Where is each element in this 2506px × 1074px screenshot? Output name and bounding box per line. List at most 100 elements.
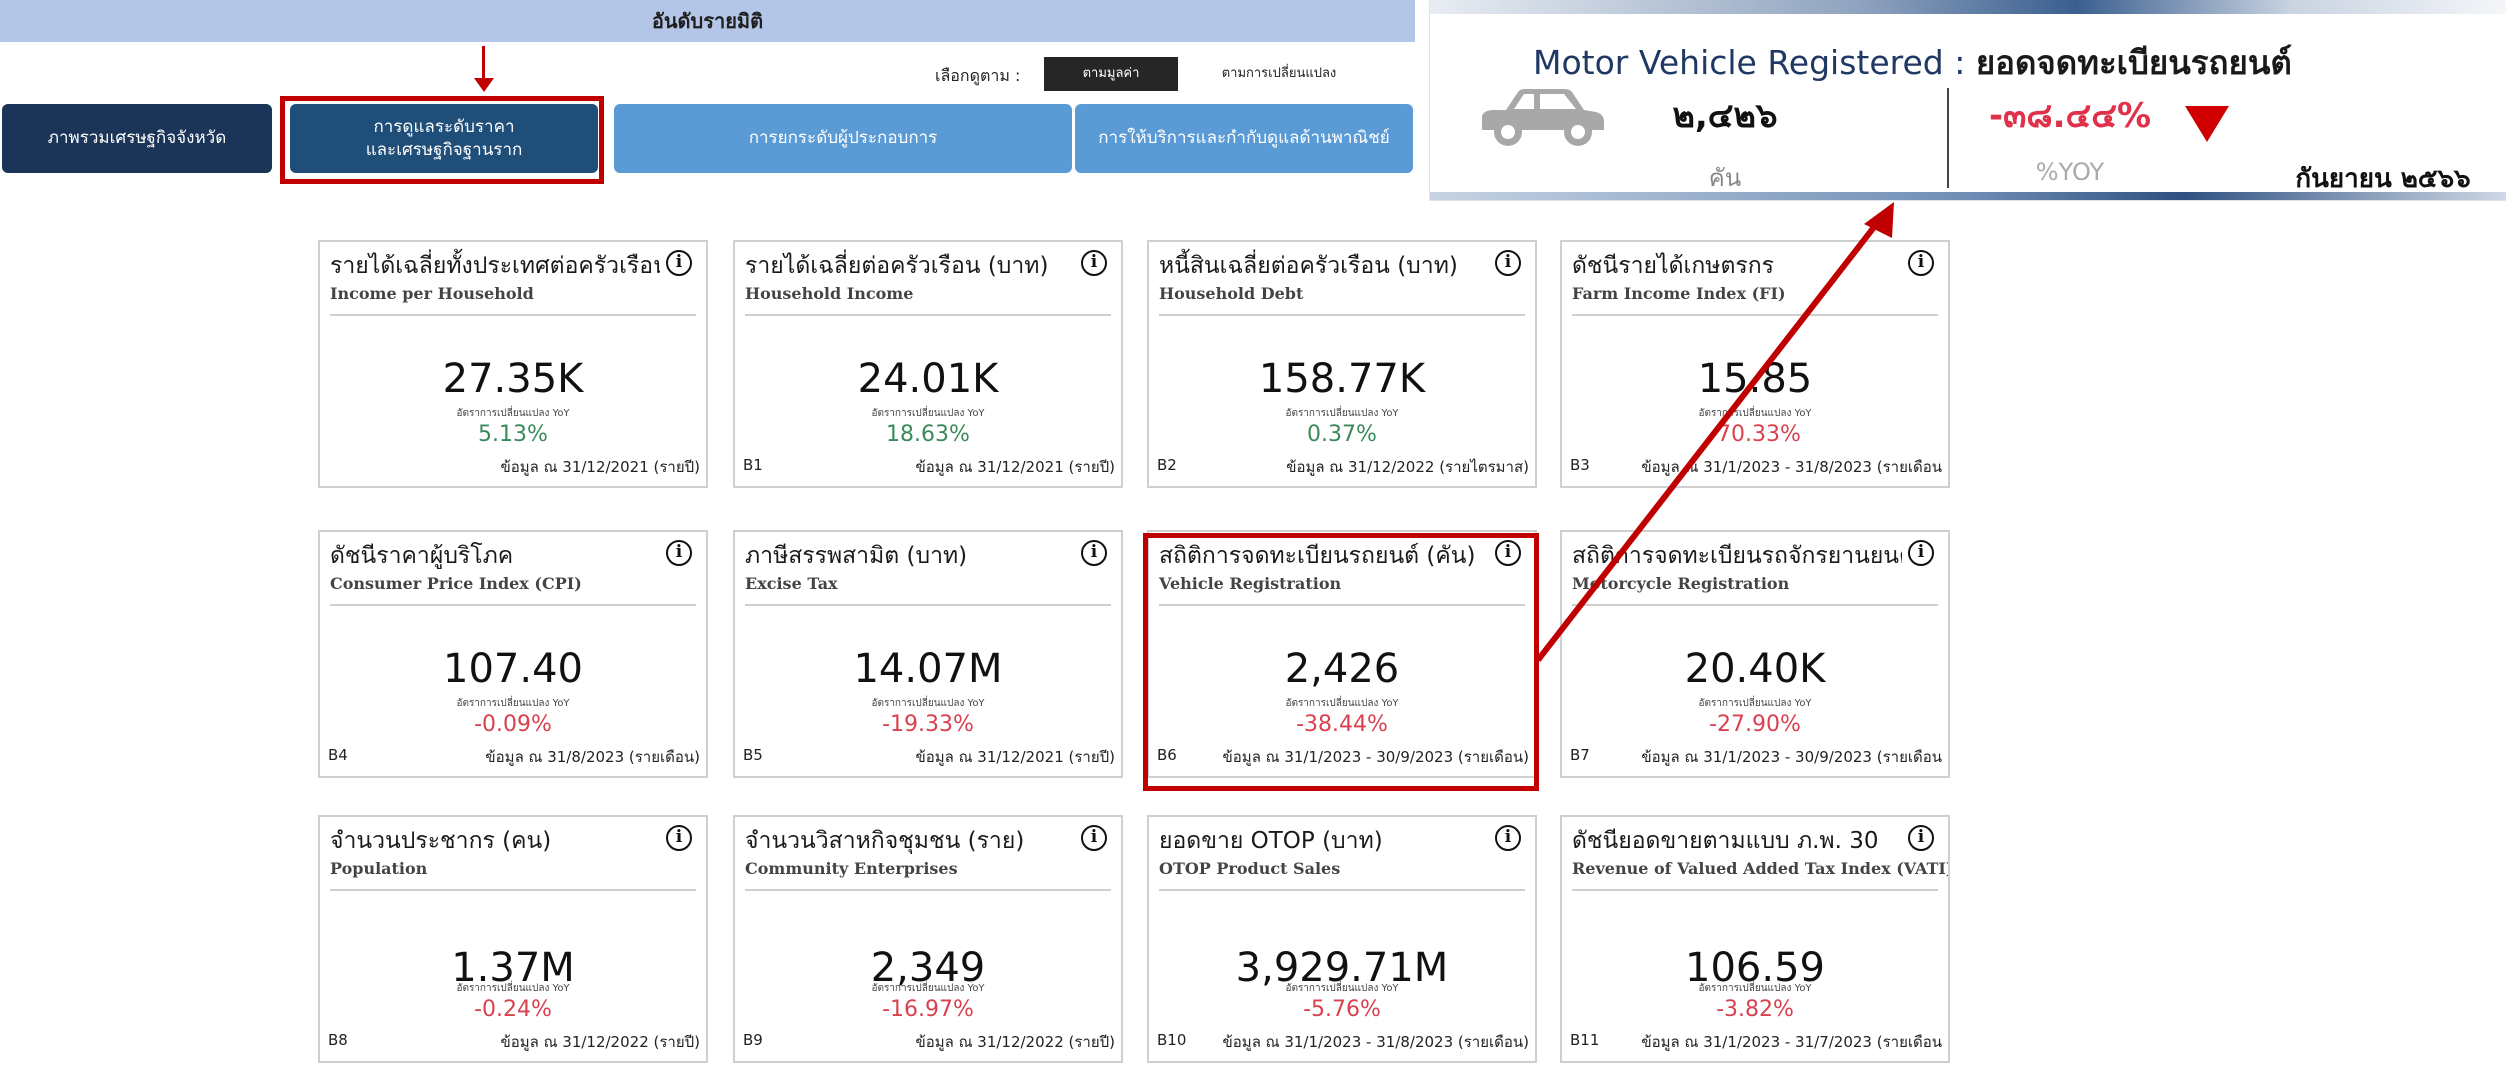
card-code: B5	[743, 746, 763, 764]
card-rate-label: อัตราการเปลี่ยนแปลง YoY	[456, 698, 570, 709]
info-icon[interactable]: i	[1081, 250, 1107, 276]
card-rate: -3.82%	[1716, 997, 1794, 1022]
kpi-card[interactable]: หนี้สินเฉลี่ยต่อครัวเรือน (บาท) i Househol…	[1147, 240, 1537, 488]
kpi-card[interactable]: จำนวนวิสาหกิจชุมชน (ราย) i Community Enter…	[733, 815, 1123, 1063]
inset-top-strip	[1430, 0, 2506, 14]
kpi-card[interactable]: รายได้เฉลี่ยทั้งประเทศต่อครัวเรือน i Incom…	[318, 240, 708, 488]
card-code: B8	[328, 1031, 348, 1049]
inset-yoy-value: -๓๘.๔๔%	[1988, 96, 2152, 136]
card-title: ยอดขาย OTOP (บาท)	[1159, 828, 1383, 854]
card-subtitle: Community Enterprises	[745, 859, 958, 878]
info-icon[interactable]: i	[666, 250, 692, 276]
card-divider	[745, 314, 1111, 316]
card-rate: -5.76%	[1303, 997, 1381, 1022]
card-divider	[745, 889, 1111, 891]
card-divider	[1159, 889, 1525, 891]
card-rate: 0.37%	[1307, 422, 1377, 447]
card-title: หนี้สินเฉลี่ยต่อครัวเรือน (บาท)	[1159, 253, 1458, 279]
card-divider	[745, 604, 1111, 606]
card-subtitle: Income per Household	[330, 284, 534, 303]
card-code: B2	[1157, 456, 1177, 474]
card-value: 24.01K	[857, 356, 999, 402]
card-date-note: ข้อมูล ณ 31/12/2022 (รายปี)	[915, 1033, 1115, 1051]
info-icon[interactable]: i	[1081, 825, 1107, 851]
card-title: จำนวนวิสาหกิจชุมชน (ราย)	[745, 828, 1025, 854]
inset-bottom-strip	[1430, 192, 2506, 200]
card-divider	[1572, 889, 1938, 891]
card-code: B3	[1570, 456, 1590, 474]
card-date-note: ข้อมูล ณ 31/12/2021 (รายปี)	[915, 748, 1115, 766]
card-title: ภาษีสรรพสามิต (บาท)	[745, 543, 968, 569]
card-divider	[330, 604, 696, 606]
tab-entrepreneur-upgrade[interactable]: การยกระดับผู้ประกอบการ	[614, 104, 1072, 173]
kpi-card[interactable]: รายได้เฉลี่ยต่อครัวเรือน (บาท) i Household…	[733, 240, 1123, 488]
kpi-card[interactable]: ดัชนียอดขายตามแบบ ภ.พ. 30 i Revenue of Val…	[1560, 815, 1950, 1063]
info-icon[interactable]: i	[1908, 540, 1934, 566]
card-divider	[1572, 314, 1938, 316]
card-title: จำนวนประชากร (คน)	[330, 828, 552, 854]
card-divider	[1159, 314, 1525, 316]
vehicle-registration-inset: Motor Vehicle Registered : ยอดจดทะเบียนร…	[1430, 0, 2506, 200]
kpi-card[interactable]: ภาษีสรรพสามิต (บาท) i Excise Tax 14.07M อัตร…	[733, 530, 1123, 778]
card-date-note: ข้อมูล ณ 31/12/2022 (รายไตรมาส)	[1286, 458, 1529, 476]
card-code: B10	[1157, 1031, 1187, 1049]
card-subtitle: OTOP Product Sales	[1159, 859, 1341, 878]
info-icon[interactable]: i	[666, 825, 692, 851]
card-rate-label: อัตราการเปลี่ยนแปลง YoY	[1698, 698, 1812, 709]
card-rate: 5.13%	[478, 422, 548, 447]
card-code: B9	[743, 1031, 763, 1049]
tab-provincial-economy[interactable]: ภาพรวมเศรษฐกิจจังหวัด	[2, 104, 272, 173]
card-date-note: ข้อมูล ณ 31/1/2023 - 30/9/2023 (รายเดือน	[1641, 748, 1942, 766]
card-date-note: ข้อมูล ณ 31/12/2021 (รายปี)	[500, 458, 700, 476]
info-icon[interactable]: i	[1908, 825, 1934, 851]
card-value: 27.35K	[442, 356, 584, 402]
card-date-note: ข้อมูล ณ 31/1/2023 - 31/8/2023 (รายเดือน…	[1222, 1033, 1529, 1051]
tab-commerce-services[interactable]: การให้บริการและกำกับดูแลด้านพาณิชย์	[1075, 104, 1413, 173]
selected-tab-highlight	[280, 96, 604, 184]
annotation-arrow-head	[474, 78, 494, 92]
card-value: 15.85	[1697, 356, 1813, 402]
card-rate: -70.33%	[1709, 422, 1801, 447]
card-date-note: ข้อมูล ณ 31/1/2023 - 31/8/2023 (รายเดือน	[1641, 458, 1942, 476]
info-icon[interactable]: i	[1081, 540, 1107, 566]
card-value: 14.07M	[853, 646, 1003, 692]
info-icon[interactable]: i	[666, 540, 692, 566]
inset-yoy-label: %YOY	[2035, 158, 2105, 186]
card-date-note: ข้อมูล ณ 31/8/2023 (รายเดือน)	[485, 748, 700, 766]
card-title: รายได้เฉลี่ยต่อครัวเรือน (บาท)	[745, 253, 1049, 279]
card-code: B1	[743, 456, 763, 474]
kpi-card[interactable]: ดัชนีรายได้เกษตรกร i Farm Income Index (FI…	[1560, 240, 1950, 488]
card-rate: -16.97%	[882, 997, 974, 1022]
sort-by-value-button[interactable]: ตามมูลค่า	[1044, 57, 1178, 91]
kpi-card[interactable]: จำนวนประชากร (คน) i Population 1.37M อัตรากา…	[318, 815, 708, 1063]
card-rate: -19.33%	[882, 712, 974, 737]
info-icon[interactable]: i	[1495, 825, 1521, 851]
info-icon[interactable]: i	[1495, 250, 1521, 276]
card-subtitle: Excise Tax	[745, 574, 838, 593]
car-icon	[1482, 89, 1604, 146]
vehicle-card-highlight	[1143, 533, 1539, 791]
card-code: B11	[1570, 1031, 1600, 1049]
kpi-card[interactable]: สถิติการจดทะเบียนรถจักรยานยนต์ i Motorcycl…	[1560, 530, 1950, 778]
card-value: 107.40	[443, 646, 583, 692]
card-rate-label: อัตราการเปลี่ยนแปลง YoY	[1698, 983, 1812, 994]
card-rate: -27.90%	[1709, 712, 1801, 737]
inset-value: ๒,๔๒๖	[1672, 96, 1778, 136]
info-icon[interactable]: i	[1908, 250, 1934, 276]
sort-by-change-button[interactable]: ตามการเปลี่ยนแปลง	[1184, 57, 1374, 91]
card-rate: -0.09%	[474, 712, 552, 737]
card-date-note: ข้อมูล ณ 31/12/2021 (รายปี)	[915, 458, 1115, 476]
card-subtitle: Household Income	[745, 284, 914, 303]
inset-title-en: Motor Vehicle Registered :	[1533, 43, 1976, 82]
kpi-card[interactable]: ดัชนีราคาผู้บริโภค i Consumer Price Index …	[318, 530, 708, 778]
card-title: ดัชนียอดขายตามแบบ ภ.พ. 30	[1572, 828, 1879, 854]
card-date-note: ข้อมูล ณ 31/12/2022 (รายปี)	[500, 1033, 700, 1051]
page-banner: อันดับรายมิติ	[0, 0, 1415, 42]
card-divider	[330, 889, 696, 891]
card-value: 158.77K	[1258, 356, 1426, 402]
card-title: รายได้เฉลี่ยทั้งประเทศต่อครัวเรือน	[330, 253, 660, 279]
card-subtitle: Population	[330, 859, 428, 878]
card-rate-label: อัตราการเปลี่ยนแปลง YoY	[456, 983, 570, 994]
down-triangle-icon	[2185, 106, 2229, 142]
kpi-card[interactable]: ยอดขาย OTOP (บาท) i OTOP Product Sales 3,92…	[1147, 815, 1537, 1063]
